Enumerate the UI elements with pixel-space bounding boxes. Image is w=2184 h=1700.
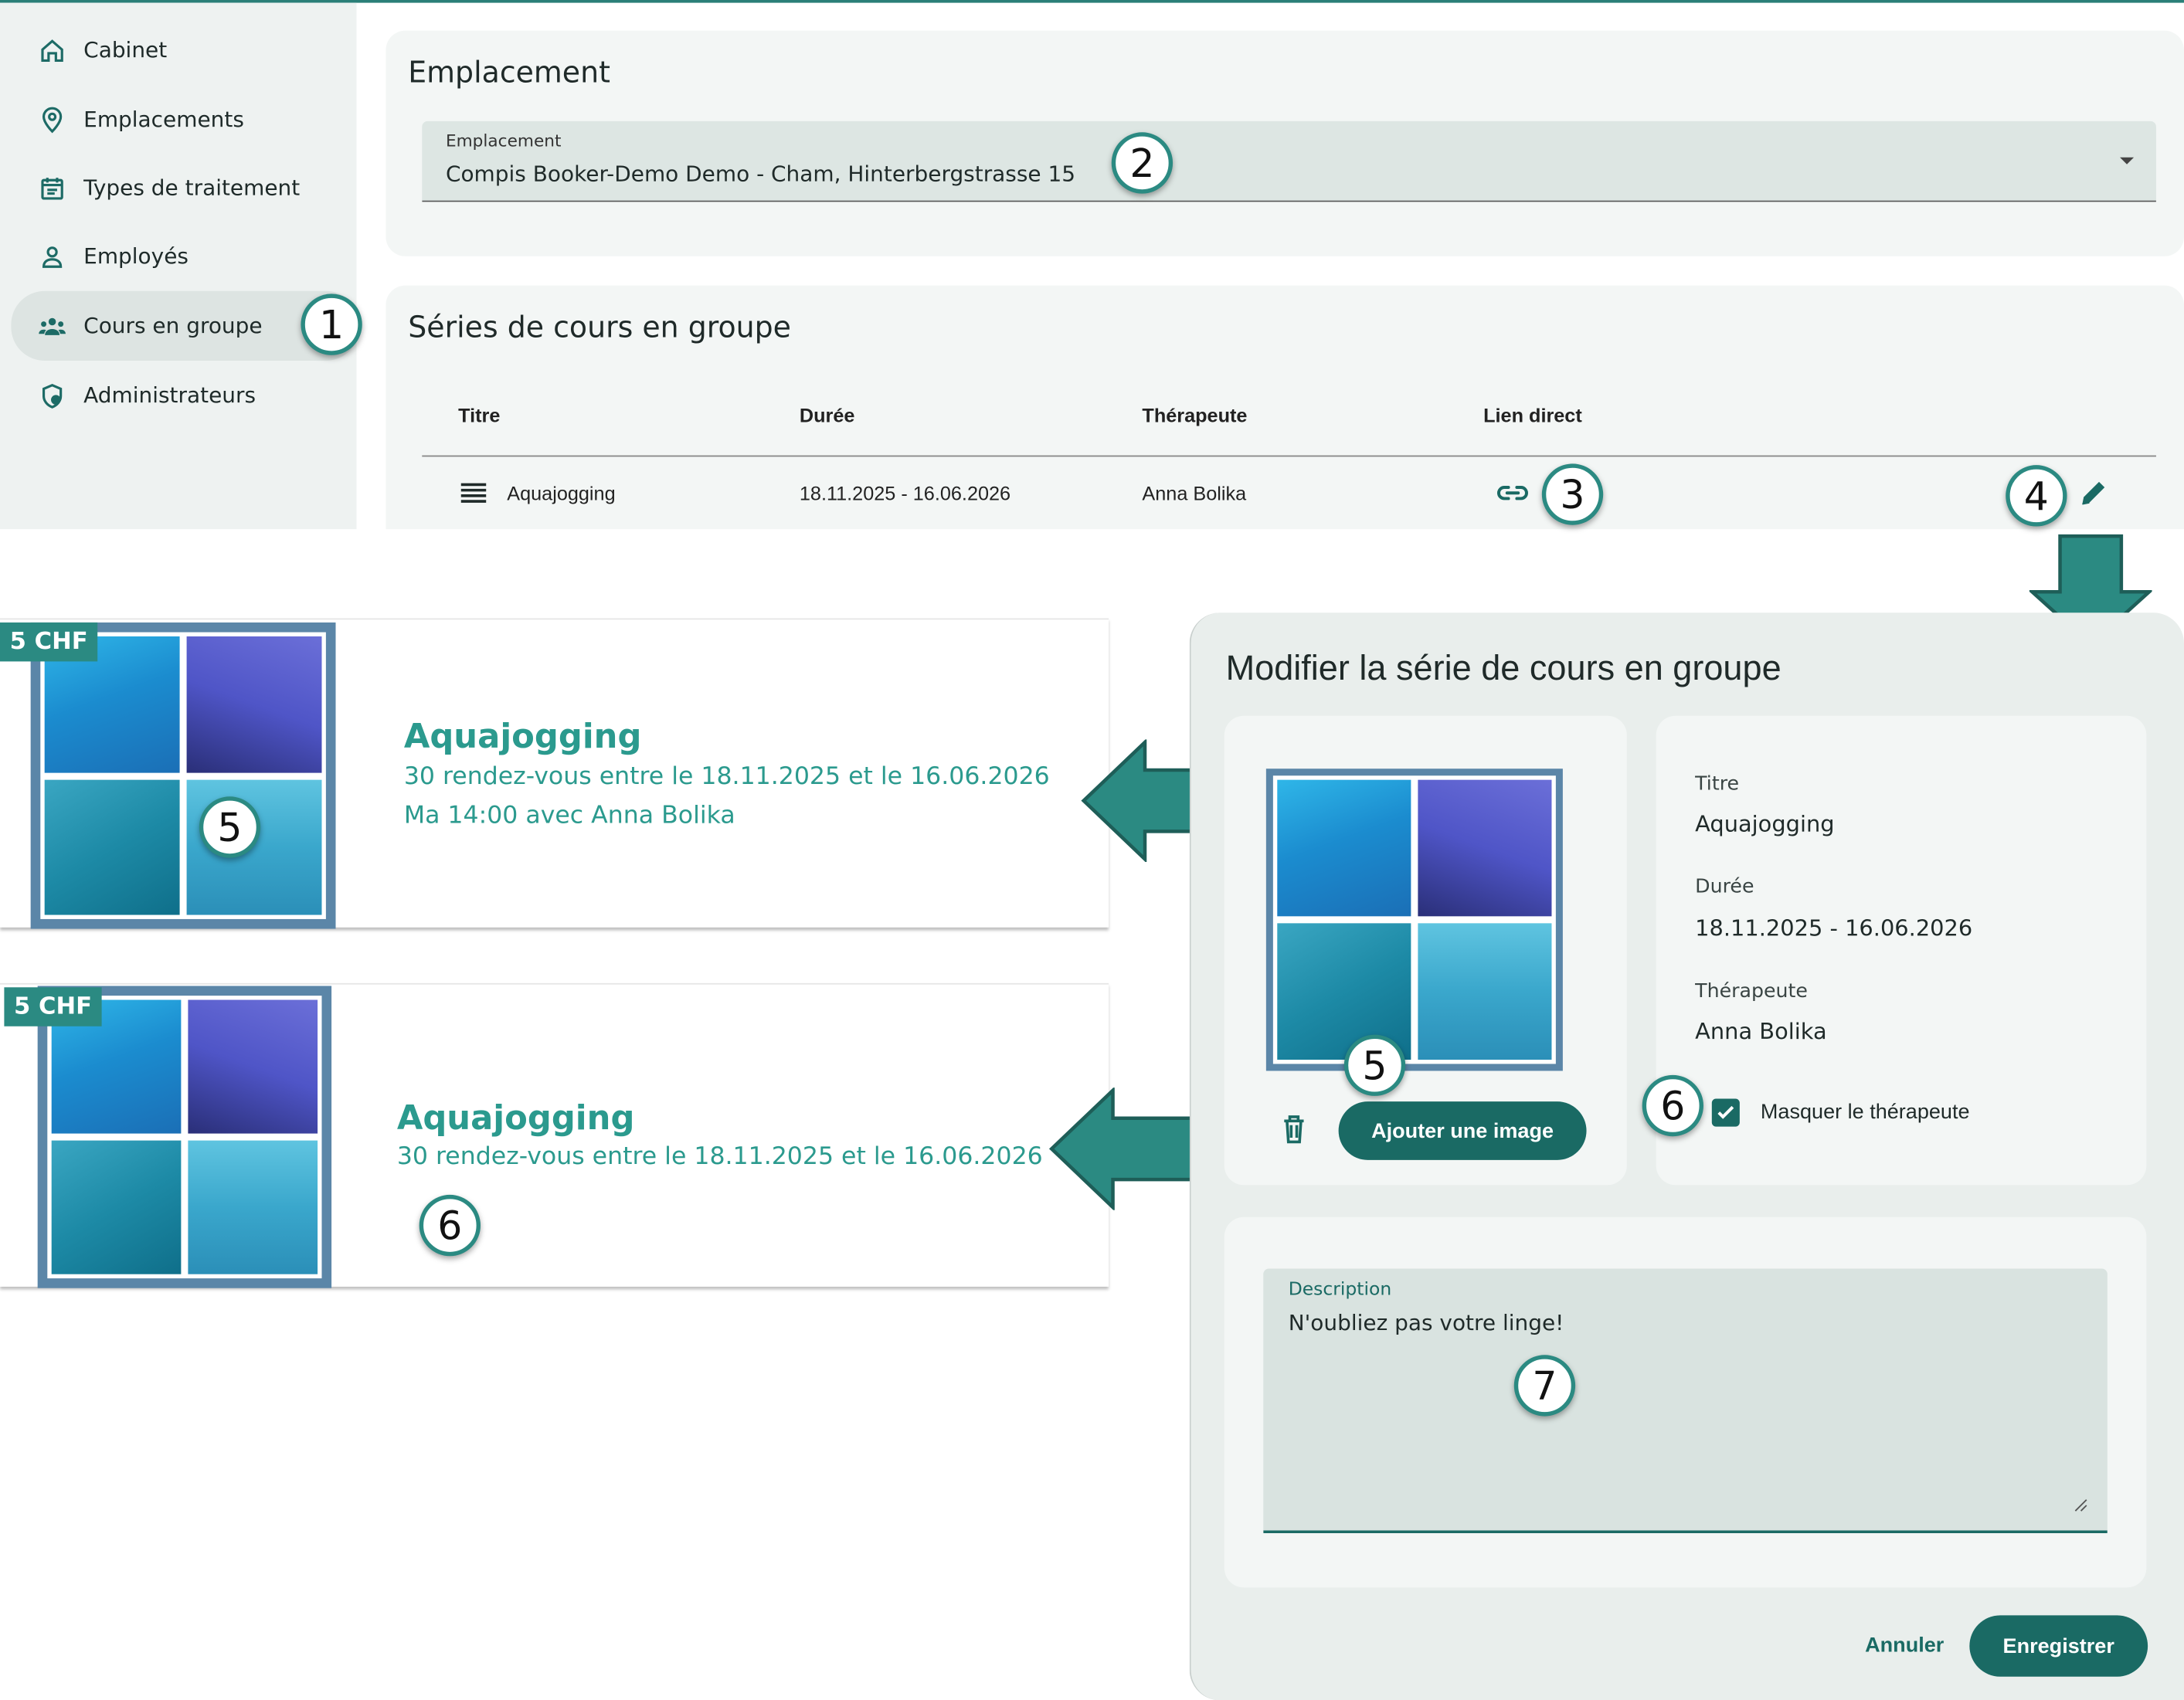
sidebar-item-label: Types de traitement: [83, 175, 301, 201]
row-duration: 18.11.2025 - 16.06.2026: [799, 481, 1011, 504]
home-icon: [36, 35, 67, 66]
step-badge-7: 7: [1513, 1355, 1576, 1417]
card-title: Aquajogging: [396, 1098, 635, 1138]
link-icon[interactable]: [1495, 479, 1531, 514]
series-panel: Séries de cours en groupe: [386, 285, 2184, 530]
sidebar-item-label: Emplacements: [83, 107, 244, 133]
person-icon: [36, 241, 67, 272]
add-image-button[interactable]: Ajouter une image: [1338, 1101, 1587, 1160]
sidebar-item-label: Cours en groupe: [83, 313, 263, 339]
card-dates: 30 rendez-vous entre le 18.11.2025 et le…: [403, 763, 1050, 792]
edit-series-dialog: Modifier la série de cours en groupe Ajo…: [1189, 612, 2184, 1700]
duration-label: Durée: [1695, 876, 1754, 898]
step-badge-2: 2: [1111, 132, 1174, 194]
location-pin-icon: [36, 104, 67, 135]
course-photo: [30, 622, 336, 929]
preview-card-1: 5 CHF Aquajogging 30 rendez-vous entre l…: [0, 618, 1109, 929]
sidebar-item-administrateurs[interactable]: Administrateurs: [11, 362, 359, 429]
select-value: Compis Booker-Demo Demo - Cham, Hinterbe…: [445, 161, 1076, 187]
column-header-titre: Titre: [458, 403, 501, 426]
sidebar-item-emplacements[interactable]: Emplacements: [11, 87, 359, 154]
step-badge-3: 3: [1541, 463, 1604, 525]
save-button[interactable]: Enregistrer: [1969, 1615, 2148, 1677]
sidebar: Cabinet Emplacements Types de traitement…: [0, 2, 360, 530]
title-label: Titre: [1695, 772, 1740, 796]
table-divider: [422, 455, 2156, 457]
sidebar-item-label: Employés: [83, 243, 189, 269]
dialog-title: Modifier la série de cours en groupe: [1225, 649, 1782, 688]
shield-icon: [36, 380, 67, 411]
row-title: Aquajogging: [507, 481, 616, 504]
hide-therapist-label: Masquer le thérapeute: [1760, 1100, 1970, 1124]
course-photo: [37, 986, 332, 1288]
section-title: Séries de cours en groupe: [408, 310, 791, 344]
resize-handle-icon[interactable]: [2074, 1495, 2088, 1519]
price-badge: 5 CHF: [4, 987, 102, 1026]
duration-value: 18.11.2025 - 16.06.2026: [1695, 914, 1973, 942]
step-badge-1: 1: [301, 294, 362, 355]
delete-image-icon[interactable]: [1280, 1114, 1308, 1152]
card-time-therapist: Ma 14:00 avec Anna Bolika: [403, 802, 735, 830]
sidebar-item-employes[interactable]: Employés: [11, 222, 359, 290]
calendar-icon: [36, 173, 67, 204]
sidebar-item-types-de-traitement[interactable]: Types de traitement: [11, 154, 359, 222]
details-panel: Titre Aquajogging Durée 18.11.2025 - 16.…: [1656, 715, 2147, 1186]
sidebar-item-cabinet[interactable]: Cabinet: [11, 17, 359, 84]
step-badge-6-dialog: 6: [1642, 1074, 1703, 1137]
drag-handle-icon[interactable]: [458, 480, 489, 512]
dropdown-caret-icon[interactable]: [2120, 157, 2135, 165]
image-panel: Ajouter une image: [1224, 715, 1627, 1186]
therapist-label: Thérapeute: [1695, 980, 1808, 1003]
description-label: Description: [1288, 1279, 1392, 1301]
checkmark-icon: [1717, 1105, 1734, 1119]
edit-pencil-icon[interactable]: [2078, 477, 2109, 515]
column-header-duree: Durée: [799, 403, 855, 426]
price-badge: 5 CHF: [0, 622, 98, 662]
step-badge-6: 6: [419, 1194, 481, 1257]
description-panel: Description N'oubliez pas votre linge!: [1224, 1216, 2147, 1588]
description-value: N'oubliez pas votre linge!: [1288, 1310, 1564, 1336]
column-header-lien-direct: Lien direct: [1483, 403, 1582, 426]
step-badge-5: 5: [199, 796, 261, 858]
group-icon: [36, 310, 67, 341]
card-title: Aquajogging: [403, 717, 642, 756]
step-badge-4: 4: [2006, 465, 2067, 527]
column-header-therapeute: Thérapeute: [1142, 403, 1248, 426]
cancel-button[interactable]: Annuler: [1865, 1634, 1944, 1658]
preview-card-2: 5 CHF Aquajogging 30 rendez-vous entre l…: [0, 982, 1109, 1288]
step-badge-5-dialog: 5: [1343, 1034, 1406, 1096]
course-photo: [1265, 769, 1563, 1071]
card-dates: 30 rendez-vous entre le 18.11.2025 et le…: [396, 1143, 1043, 1172]
location-select[interactable]: Emplacement Compis Booker-Demo Demo - Ch…: [422, 120, 2156, 202]
therapist-value: Anna Bolika: [1695, 1017, 1827, 1045]
description-textarea[interactable]: Description N'oubliez pas votre linge!: [1263, 1268, 2108, 1534]
select-label: Emplacement: [445, 131, 562, 151]
section-title: Emplacement: [408, 56, 610, 90]
row-therapist: Anna Bolika: [1142, 481, 1247, 504]
hide-therapist-checkbox[interactable]: [1711, 1098, 1740, 1127]
sidebar-item-label: Administrateurs: [83, 382, 256, 409]
title-value: Aquajogging: [1695, 810, 1835, 837]
sidebar-item-label: Cabinet: [83, 37, 168, 63]
